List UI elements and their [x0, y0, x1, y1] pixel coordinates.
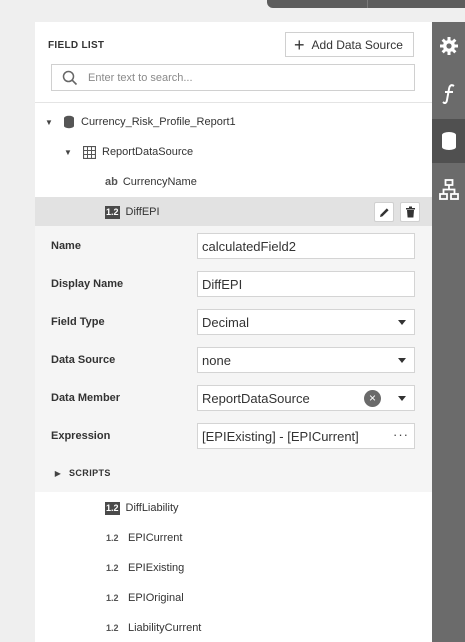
database-icon — [441, 132, 456, 150]
field-type-label: Field Type — [51, 316, 105, 328]
tree-report-node[interactable]: ▼ Currency_Risk_Profile_Report1 — [35, 107, 432, 137]
search-box — [51, 64, 415, 91]
report-explorer-tab[interactable] — [432, 168, 465, 212]
expressions-tab[interactable] — [432, 72, 465, 116]
report-name: Currency_Risk_Profile_Report1 — [81, 116, 236, 128]
tree-datasource-node[interactable]: ▼ ReportDataSource — [35, 137, 432, 167]
ellipsis-icon[interactable]: ··· — [393, 428, 409, 442]
name-value: calculatedField2 — [202, 238, 296, 254]
data-member-select[interactable]: ReportDataSource × — [197, 385, 415, 411]
tree-field-item[interactable]: 1.2 DiffLiability — [35, 493, 432, 523]
gear-icon — [439, 37, 458, 55]
number-type-icon: 1.2 — [106, 563, 119, 573]
data-source-label: Data Source — [51, 354, 116, 366]
scripts-section[interactable]: ▶ SCRIPTS — [53, 468, 111, 478]
tree-field-item[interactable]: 1.2 EPIExisting — [35, 553, 432, 583]
number-type-icon: 1.2 — [105, 501, 120, 515]
field-name: DiffLiability — [125, 502, 179, 514]
trash-icon — [405, 206, 415, 218]
field-type-value: Decimal — [202, 314, 249, 330]
delete-button[interactable] — [400, 202, 420, 222]
field-list-tab[interactable] — [432, 119, 465, 163]
number-type-icon: 1.2 — [106, 623, 119, 633]
search-icon — [62, 70, 78, 85]
chevron-down-icon[interactable] — [398, 358, 406, 363]
tree-field-item[interactable]: ab CurrencyName — [35, 167, 432, 197]
display-name-field[interactable]: DiffEPI — [197, 271, 415, 297]
add-data-source-button[interactable]: + Add Data Source — [285, 32, 414, 57]
number-type-icon: 1.2 — [106, 533, 119, 543]
number-type-icon: 1.2 — [106, 593, 119, 603]
tree-field-item[interactable]: 1.2 LiabilityCurrent — [35, 613, 432, 642]
display-name-label: Display Name — [51, 278, 124, 290]
string-type-icon: ab — [105, 176, 118, 188]
tree-field-item-selected[interactable]: 1.2 DiffEPI — [35, 197, 432, 227]
chevron-down-icon[interactable] — [398, 396, 406, 401]
collapse-arrow-icon[interactable]: ▼ — [63, 148, 73, 157]
tree-field-item[interactable]: 1.2 EPIOriginal — [35, 583, 432, 613]
clear-icon[interactable]: × — [364, 390, 381, 407]
expression-label: Expression — [51, 430, 111, 442]
chevron-down-icon[interactable] — [398, 320, 406, 325]
field-type-select[interactable]: Decimal — [197, 309, 415, 335]
plus-icon: + — [294, 34, 305, 55]
field-list-title: FIELD LIST — [48, 40, 105, 51]
canvas-gutter — [0, 22, 35, 642]
scripts-label: SCRIPTS — [69, 468, 111, 478]
field-name: EPIOriginal — [128, 592, 184, 604]
add-data-source-label: Add Data Source — [311, 37, 403, 52]
expression-field[interactable]: [EPIExisting] - [EPICurrent] ··· — [197, 423, 415, 449]
data-source-value: none — [202, 352, 231, 368]
expand-arrow-icon[interactable]: ▶ — [53, 469, 63, 478]
right-toolbar — [432, 22, 465, 642]
data-member-label: Data Member — [51, 392, 121, 404]
row-actions — [374, 202, 420, 222]
function-icon — [441, 84, 455, 105]
number-type-icon: 1.2 — [105, 205, 120, 219]
data-member-value: ReportDataSource — [202, 390, 310, 406]
name-field[interactable]: calculatedField2 — [197, 233, 415, 259]
collapse-arrow-icon[interactable]: ▼ — [44, 118, 54, 127]
database-icon — [64, 115, 74, 129]
field-name: LiabilityCurrent — [128, 622, 202, 634]
field-name: DiffEPI — [125, 206, 160, 218]
data-source-select[interactable]: none — [197, 347, 415, 373]
field-name: CurrencyName — [122, 176, 197, 188]
pencil-icon — [379, 207, 389, 217]
name-label: Name — [51, 240, 81, 252]
header-divider — [35, 102, 432, 103]
top-toolbar-edge — [267, 0, 465, 8]
field-name: EPIExisting — [128, 562, 185, 574]
expression-value: [EPIExisting] - [EPICurrent] — [202, 428, 359, 444]
table-icon — [83, 145, 96, 159]
field-name: EPICurrent — [128, 532, 183, 544]
field-list-panel: FIELD LIST + Add Data Source ▼ Currency_… — [35, 22, 432, 642]
display-name-value: DiffEPI — [202, 276, 243, 292]
datasource-name: ReportDataSource — [102, 146, 194, 158]
hierarchy-icon — [438, 179, 459, 200]
properties-tab[interactable] — [432, 24, 465, 68]
tree-field-item[interactable]: 1.2 EPICurrent — [35, 523, 432, 553]
edit-button[interactable] — [374, 202, 394, 222]
search-input[interactable] — [88, 71, 408, 84]
field-properties: Name calculatedField2 Display Name DiffE… — [35, 226, 432, 492]
